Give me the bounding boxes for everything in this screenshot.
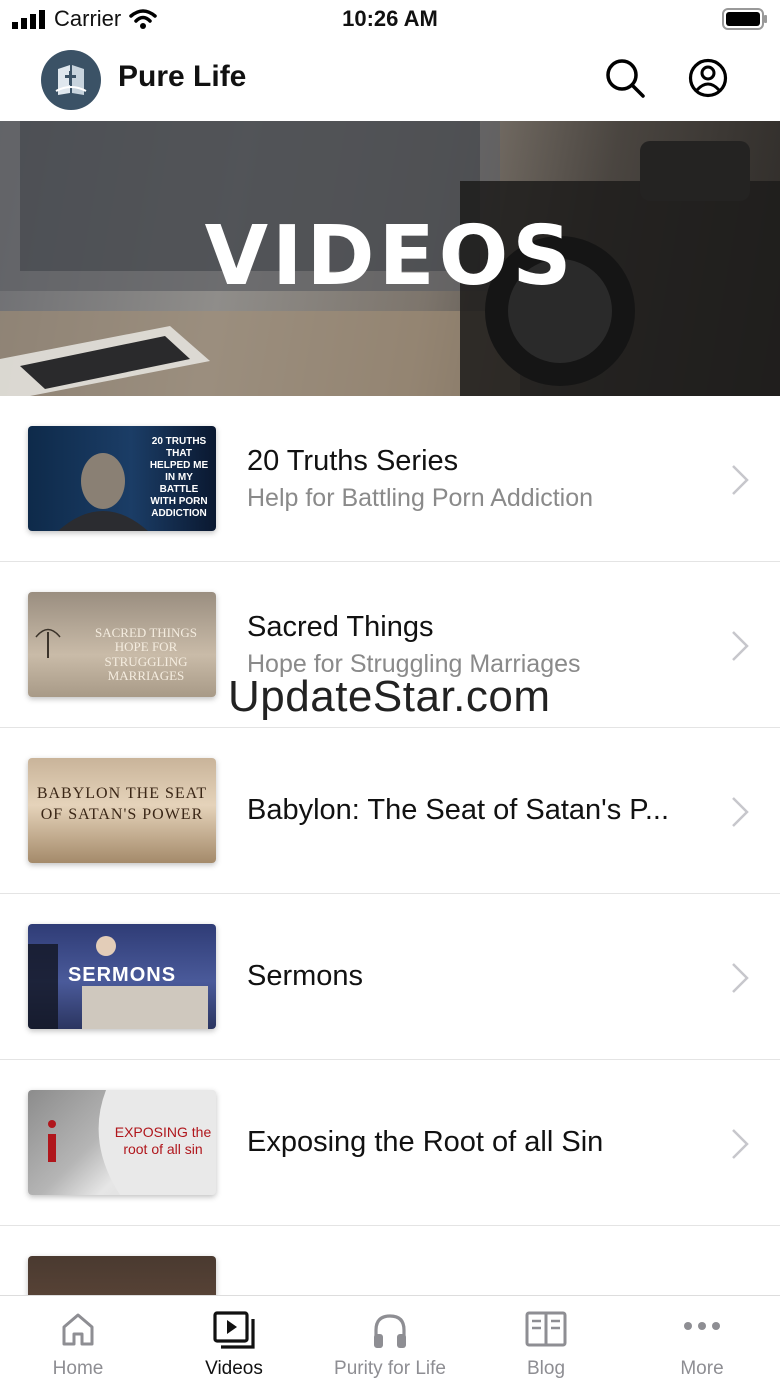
chevron-right-icon — [732, 963, 749, 993]
item-title: Sacred Things — [247, 610, 434, 643]
logo-icon — [55, 65, 87, 95]
list-item[interactable]: SERMONS Sermons — [0, 894, 780, 1060]
item-text: Babylon: The Seat of Satan's P... — [247, 728, 700, 893]
item-text: Exposing the Root of all Sin — [247, 1060, 700, 1225]
tab-label: More — [680, 1358, 724, 1379]
chevron-right-icon — [732, 465, 749, 495]
thumbnail-caption: BABYLON THE SEAT OF SATAN'S POWER — [36, 785, 208, 823]
list-item[interactable]: BABYLON THE SEAT OF SATAN'S POWER Babylo… — [0, 728, 780, 894]
thumbnail-exposing: EXPOSING the root of all sin — [28, 1090, 216, 1195]
chevron-right-icon — [732, 1129, 749, 1159]
home-icon — [62, 1313, 94, 1346]
thumbnail-caption: SACRED THINGS HOPE FOR STRUGGLING MARRIA… — [95, 625, 197, 683]
item-subtitle: Help for Battling Porn Addiction — [247, 483, 594, 512]
item-title: 20 Truths Series — [247, 444, 459, 477]
video-list: 20 TRUTHS THAT HELPED ME IN MY BATTLE WI… — [0, 396, 780, 1391]
tab-label: Purity for Life — [334, 1358, 446, 1379]
hero-title: VIDEOS — [204, 209, 576, 304]
thumbnail-caption: 20 TRUTHS THAT HELPED ME IN MY BATTLE WI… — [149, 436, 209, 519]
tab-label: Videos — [205, 1358, 263, 1379]
thumbnail-sacred-things: SACRED THINGS HOPE FOR STRUGGLING MARRIA… — [28, 592, 216, 697]
search-icon — [606, 59, 645, 98]
tab-label: Home — [52, 1358, 104, 1379]
tab-blog[interactable]: Blog — [468, 1296, 624, 1388]
more-icon — [684, 1322, 720, 1330]
status-time: 10:26 AM — [342, 6, 438, 31]
account-button[interactable] — [687, 57, 729, 99]
item-text: 20 Truths Series Help for Battling Porn … — [247, 396, 700, 561]
item-text: Sermons — [247, 894, 700, 1059]
app-header: Pure Life — [0, 40, 780, 120]
book-icon — [525, 1311, 567, 1347]
tab-purity-for-life[interactable]: Purity for Life — [312, 1296, 468, 1388]
item-title: Exposing the Root of all Sin — [247, 1126, 604, 1158]
chevron-right-icon — [732, 631, 749, 661]
list-item[interactable]: 20 TRUTHS THAT HELPED ME IN MY BATTLE WI… — [0, 396, 780, 562]
thumbnail-caption: EXPOSING the root of all sin — [114, 1124, 212, 1157]
tab-home[interactable]: Home — [0, 1296, 156, 1388]
user-circle-icon — [688, 58, 728, 98]
search-button[interactable] — [604, 57, 646, 99]
tab-bar: Home Videos Purity for Life Blog More — [0, 1295, 780, 1388]
item-title: Babylon: The Seat of Satan's P... — [247, 794, 670, 826]
tab-label: Blog — [526, 1358, 566, 1379]
item-title: Sermons — [247, 960, 364, 992]
status-bar: Carrier 10:26 AM — [0, 0, 780, 40]
chevron-right-icon — [732, 797, 749, 827]
hero-banner: VIDEOS — [0, 121, 780, 396]
thumbnail-babylon: BABYLON THE SEAT OF SATAN'S POWER — [28, 758, 216, 863]
thumbnail-caption: SERMONS — [67, 964, 177, 986]
thumbnail-sermons: SERMONS — [28, 924, 216, 1029]
app-title: Pure Life — [118, 60, 247, 93]
thumbnail-20-truths: 20 TRUTHS THAT HELPED ME IN MY BATTLE WI… — [28, 426, 216, 531]
video-icon — [213, 1311, 255, 1349]
headphones-icon — [374, 1314, 406, 1348]
tab-more[interactable]: More — [624, 1296, 780, 1388]
app-logo[interactable] — [41, 50, 101, 110]
list-item[interactable]: EXPOSING the root of all sin Exposing th… — [0, 1060, 780, 1226]
tab-videos[interactable]: Videos — [156, 1296, 312, 1388]
watermark-text: UpdateStar.com — [228, 672, 551, 721]
battery-icon — [722, 8, 768, 35]
